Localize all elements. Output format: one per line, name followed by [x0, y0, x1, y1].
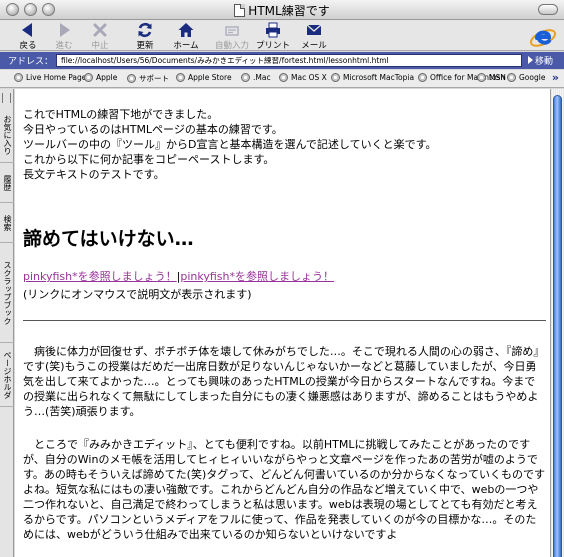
- toolbar-toggle-button[interactable]: [538, 4, 558, 15]
- fav-support[interactable]: サポート: [127, 73, 169, 84]
- fav-msn[interactable]: MSN: [477, 73, 506, 82]
- globe-icon: [477, 73, 486, 82]
- go-button-label: 移動: [535, 57, 554, 67]
- mail-icon: [306, 24, 322, 35]
- window-titlebar[interactable]: HTML練習です: [0, 0, 564, 20]
- window-title: HTML練習です: [248, 4, 330, 18]
- globe-icon: [176, 73, 185, 82]
- pinkyfish-link-1[interactable]: pinkyfish*を参照しましょう！: [23, 270, 177, 283]
- intro-line: これから以下に何か記事をコピーペーストします。: [23, 153, 275, 166]
- more-favorites-chevron-icon[interactable]: »: [552, 71, 559, 84]
- forward-button[interactable]: 進む: [46, 21, 82, 51]
- sidebar-tab-history[interactable]: 履歴: [0, 163, 14, 203]
- body-paragraph-1: 病後に体力が回復せず、ボチボチ体を壊して休みがちでした…。そこで現れる人間の心の…: [23, 345, 545, 418]
- page-heading: 諦めてはいけない…: [23, 228, 194, 250]
- browser-toolbar: 戻る 進む 中止 更新 ホーム 自動入力 プリント メール: [0, 20, 564, 51]
- horizontal-rule: [23, 320, 546, 321]
- explorer-sidebar: お気に入り 履歴 検索 スクラップブック ページホルダ: [0, 89, 14, 557]
- forward-button-label: 進む: [55, 41, 73, 51]
- globe-icon: [241, 73, 250, 82]
- favorites-bar: Live Home Page Apple サポート Apple Store .M…: [0, 70, 564, 88]
- back-arrow-icon: [22, 23, 32, 37]
- pinkyfish-link-2[interactable]: pinkyfish*を参照しましょう！: [180, 270, 334, 283]
- address-input[interactable]: file://localhost/Users/56/Documents/みみかき…: [56, 54, 522, 67]
- refresh-button[interactable]: 更新: [127, 21, 163, 51]
- fav-apple-store[interactable]: Apple Store: [176, 73, 232, 82]
- intro-line: ツールバーの中の『ツール』からD宣言と基本構造を選んで記述していくと楽です。: [23, 138, 437, 151]
- intro-line: これでHTMLの練習下地ができました。: [23, 108, 219, 121]
- stop-button-label: 中止: [91, 41, 109, 51]
- mail-button-label: メール: [301, 41, 327, 51]
- go-button[interactable]: 移動: [528, 54, 553, 67]
- go-arrow-icon: [528, 56, 533, 64]
- back-button-label: 戻る: [19, 41, 37, 51]
- fav-mac-os-x[interactable]: Mac OS X: [279, 73, 327, 82]
- fav-microsoft-mactopia[interactable]: Microsoft MacTopia: [331, 73, 414, 82]
- stop-x-icon: [93, 23, 107, 37]
- fav-dotmac[interactable]: .Mac: [241, 73, 271, 82]
- fav-google[interactable]: Google: [507, 73, 545, 82]
- home-icon: [178, 23, 194, 37]
- autofill-button[interactable]: 自動入力: [214, 21, 250, 51]
- globe-icon: [14, 73, 23, 82]
- print-button-label: プリント: [255, 41, 290, 51]
- sidebar-tab-scrapbook[interactable]: スクラップブック: [0, 243, 14, 343]
- link-line: pinkyfish*を参照しましょう！|pinkyfish*を参照しましょう！: [23, 269, 334, 284]
- print-icon: [266, 22, 280, 38]
- address-label: アドレス：: [8, 57, 54, 67]
- intro-text: これでHTMLの練習下地ができました。 今日やっているのはHTMLページの基本の…: [23, 107, 437, 182]
- internet-explorer-logo-icon[interactable]: [528, 23, 558, 51]
- fav-apple[interactable]: Apple: [84, 73, 117, 82]
- refresh-button-label: 更新: [136, 41, 154, 51]
- stop-button[interactable]: 中止: [82, 21, 118, 51]
- window-title-group: HTML練習です: [0, 2, 564, 19]
- globe-icon: [418, 73, 427, 82]
- globe-icon: [507, 73, 516, 82]
- refresh-icon: [138, 22, 152, 38]
- forward-arrow-icon: [60, 23, 70, 37]
- mail-button[interactable]: メール: [296, 21, 332, 51]
- home-button-label: ホーム: [173, 41, 199, 51]
- sidebar-tab-search[interactable]: 検索: [0, 203, 14, 243]
- sidebar-grip-icon[interactable]: [2, 93, 11, 103]
- sidebar-tab-page-holder[interactable]: ページホルダ: [0, 343, 14, 407]
- scrollbar-thumb[interactable]: [553, 95, 562, 557]
- autofill-icon: [225, 26, 239, 36]
- link-hover-note: (リンクにオンマウスで説明文が表示されます): [23, 288, 252, 301]
- autofill-button-label: 自動入力: [214, 41, 249, 51]
- fav-live-home-page[interactable]: Live Home Page: [14, 73, 86, 82]
- intro-line: 今日やっているのはHTMLページの基本の練習です。: [23, 123, 283, 136]
- globe-icon: [84, 73, 93, 82]
- print-button[interactable]: プリント: [255, 21, 291, 51]
- home-button[interactable]: ホーム: [168, 21, 204, 51]
- globe-icon: [127, 74, 136, 83]
- globe-icon: [279, 73, 288, 82]
- sidebar-tab-favorites[interactable]: お気に入り: [0, 107, 14, 163]
- vertical-scrollbar[interactable]: [550, 89, 564, 557]
- back-button[interactable]: 戻る: [10, 21, 46, 51]
- body-paragraph-2: ところで『みみかきエディット』、とても便利ですね。以前HTMLに挑戦してみたこと…: [23, 438, 545, 541]
- address-bar: アドレス： file://localhost/Users/56/Document…: [0, 52, 564, 69]
- intro-line: 長文テキストのテストです。: [23, 168, 165, 181]
- page-content: これでHTMLの練習下地ができました。 今日やっているのはHTMLページの基本の…: [15, 89, 550, 557]
- globe-icon: [331, 73, 340, 82]
- document-icon: [234, 4, 246, 17]
